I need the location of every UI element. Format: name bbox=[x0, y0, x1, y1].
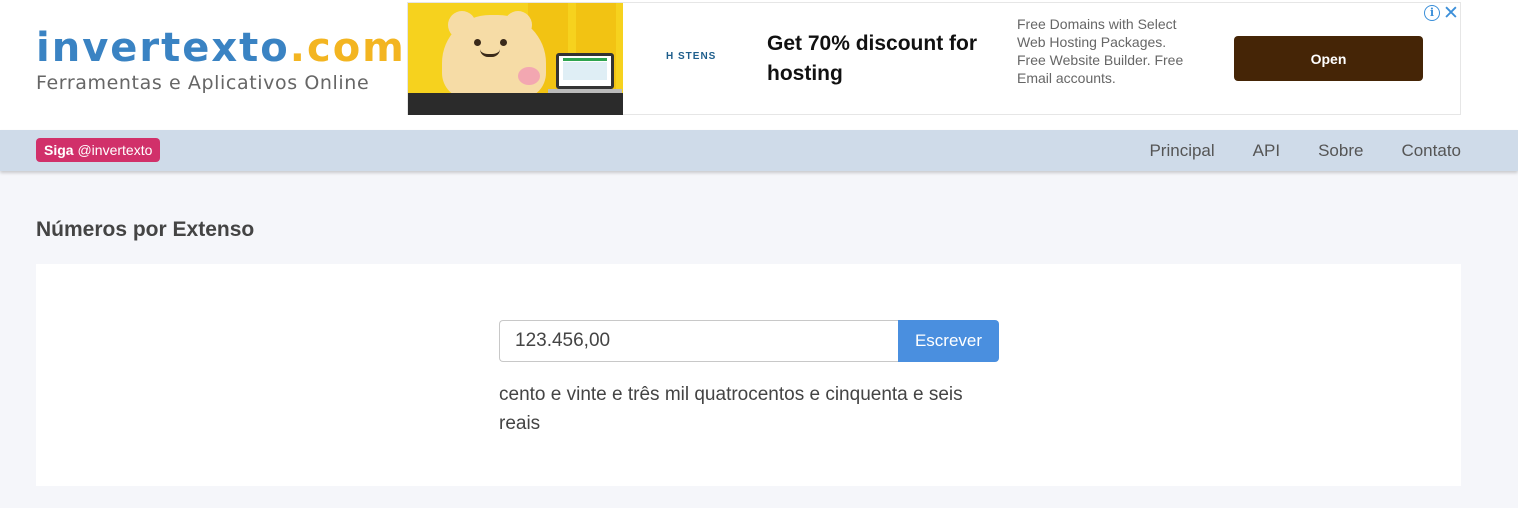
result-text: cento e vinte e três mil quatrocentos e … bbox=[499, 384, 963, 434]
follow-label: Siga bbox=[44, 142, 74, 158]
follow-handle: @invertexto bbox=[77, 142, 153, 158]
follow-badge[interactable]: Siga @invertexto bbox=[36, 138, 161, 162]
ad-open-button[interactable]: Open bbox=[1234, 36, 1423, 81]
nav-links: Principal API Sobre Contato bbox=[1111, 130, 1461, 171]
piggy-bank-icon bbox=[518, 67, 540, 85]
ad-image[interactable] bbox=[408, 3, 623, 115]
logo-name: invertexto bbox=[36, 25, 290, 71]
nav-link-api[interactable]: API bbox=[1253, 141, 1280, 161]
logo-tagline: Ferramentas e Aplicativos Online bbox=[36, 72, 370, 94]
bear-eye bbox=[500, 39, 507, 46]
bear-eye bbox=[474, 39, 481, 46]
nav-link-sobre[interactable]: Sobre bbox=[1318, 141, 1363, 161]
logo-tld: .com bbox=[289, 25, 406, 71]
ad-brand-logo[interactable]: H STENS bbox=[666, 51, 716, 62]
page-title: Números por Extenso bbox=[36, 218, 255, 241]
laptop-base bbox=[548, 89, 622, 93]
ad-banner[interactable]: H STENS Get 70% discount for hosting Fre… bbox=[407, 2, 1461, 115]
top-navbar: Siga @invertexto Principal API Sobre Con… bbox=[0, 130, 1518, 171]
logo-wordmark: invertexto.com bbox=[36, 26, 406, 70]
site-logo[interactable]: invertexto.com Ferramentas e Aplicativos… bbox=[36, 26, 406, 94]
ad-image-floor bbox=[408, 93, 623, 115]
number-input[interactable] bbox=[499, 320, 898, 362]
bear-illustration bbox=[442, 15, 546, 99]
ad-description[interactable]: Free Domains with Select Web Hosting Pac… bbox=[1017, 15, 1197, 87]
nav-link-principal[interactable]: Principal bbox=[1149, 141, 1214, 161]
converter-card: Escrever cento e vinte e três mil quatro… bbox=[36, 264, 1461, 486]
nav-link-contato[interactable]: Contato bbox=[1401, 141, 1461, 161]
laptop-icon bbox=[556, 53, 614, 89]
ad-close-icon[interactable]: ✕ bbox=[1443, 2, 1459, 24]
ad-info-icon[interactable]: i bbox=[1424, 5, 1440, 21]
write-button[interactable]: Escrever bbox=[898, 320, 999, 362]
ad-headline[interactable]: Get 70% discount for hosting bbox=[767, 29, 997, 89]
number-input-group: Escrever bbox=[499, 320, 999, 362]
site-header: invertexto.com Ferramentas e Aplicativos… bbox=[0, 0, 1518, 130]
